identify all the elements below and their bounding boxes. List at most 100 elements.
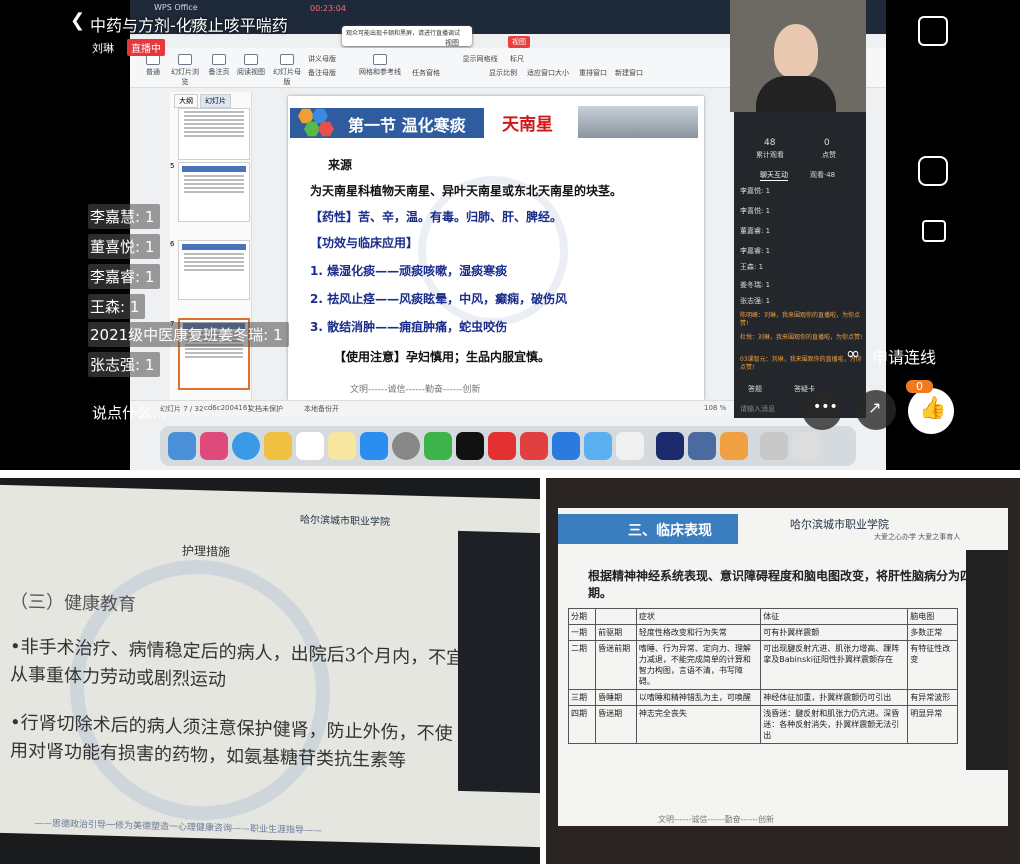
section-title: （三）健康教育 <box>10 591 136 616</box>
app-icon[interactable] <box>616 432 644 460</box>
ribbon-grid-button[interactable]: 网格和参考线 <box>358 54 402 77</box>
total-views: 48 <box>764 138 776 148</box>
reminders-icon[interactable] <box>296 432 324 460</box>
table-row: 四期 昏迷期 神志完全丧失 浅昏迷：腱反射和肌张力仍亢进。深昏迷：各种反射消失，扑翼样… <box>567 705 958 744</box>
slide-footer: 文明------诚信------勤奋------创新 <box>350 385 481 395</box>
settings-icon[interactable] <box>392 432 420 460</box>
tab-outline[interactable]: 大纲 <box>174 94 198 108</box>
mac-dock <box>160 426 856 466</box>
launchpad-icon[interactable] <box>200 432 228 460</box>
netease-music-icon[interactable] <box>520 432 548 460</box>
answer-option[interactable]: 答题 <box>748 384 762 394</box>
slide-counter: 幻灯片 7 / 32 <box>160 405 204 413</box>
slide-thumbnail[interactable] <box>178 240 250 300</box>
camera-icon[interactable] <box>918 156 948 186</box>
comment-input[interactable]: 说点什么... <box>92 402 166 423</box>
current-slide: 第一节 温化寒痰 天南星 来源 为天南星科植物天南星、异叶天南星或东北天南星的块… <box>288 96 704 400</box>
viewer-like-item: 2021级中医康复班姜冬瑞: 1 <box>88 322 289 347</box>
ribbon-showgrid-check[interactable]: 显示网格线 <box>460 54 500 64</box>
property-text: 【药性】苦、辛，温。有毒。归肺、肝、脾经。 <box>310 210 563 224</box>
table-row: 三期 昏睡期 以嗜睡和精神错乱为主，可唤醒 神经体征加重，扑翼样震颤仍可引出 有异常波形 <box>567 689 958 706</box>
ribbon-newwin-button[interactable]: 新建窗口 <box>612 68 646 78</box>
source-label: 来源 <box>328 158 353 172</box>
tab-viewers[interactable]: 观看·48 <box>810 170 835 180</box>
ribbon-taskpane-button[interactable]: 任务窗格 <box>406 68 446 78</box>
chat-row: 李喜悦: 1 <box>740 207 771 215</box>
photos-icon[interactable] <box>264 432 292 460</box>
tab-active[interactable]: 视图 <box>508 36 530 48</box>
wps-icon[interactable] <box>488 432 516 460</box>
ribbon-fit-button[interactable]: 适应窗口大小 <box>526 68 570 78</box>
chat-input[interactable]: 请输入消息 <box>740 404 775 414</box>
appstore-icon[interactable] <box>360 432 388 460</box>
caution-text: 【使用注意】孕妇慎用；生品内服宜慎。 <box>334 350 551 364</box>
zoom-level[interactable]: 108 % <box>704 404 726 412</box>
table-cell: 以嗜睡和精神错乱为主，可唤醒 <box>635 689 762 706</box>
table-cell: 明显异常 <box>907 705 958 744</box>
college-name: 哈尔滨城市职业学院 <box>790 518 889 531</box>
table-row: 二期 昏迷前期 嗜睡、行为异常、定向力、理解力减退，不能完成简单的计算和智力构图，言… <box>567 640 958 690</box>
ribbon-normal-button[interactable]: 普通 <box>136 54 170 77</box>
slide-heading: 护理措施 <box>182 543 231 559</box>
slide-header-bar: 第一节 温化寒痰 <box>290 108 484 138</box>
section-bar: 三、临床表现 <box>558 514 738 544</box>
ribbon-arrange-button[interactable]: 重排窗口 <box>576 68 610 78</box>
feishu-icon[interactable] <box>584 432 612 460</box>
viewer-like-item: 董喜悦: 1 <box>88 234 161 259</box>
ribbon-zoom-button[interactable]: 显示比例 <box>486 68 520 78</box>
photo-clinical-table: 三、临床表现 哈尔滨城市职业学院 大爱之心办学 大爱之事育人 根据精神神经系统表… <box>546 478 1020 864</box>
total-views-label: 累计观看 <box>756 151 784 159</box>
effect-item: 2. 祛风止痉——风痰眩晕，中风，癫痫，破伤风 <box>310 292 568 306</box>
tab-slides[interactable]: 幻灯片 <box>200 94 231 108</box>
safari-icon[interactable] <box>232 432 260 460</box>
college-name: 哈尔滨城市职业学院 <box>300 514 390 529</box>
qq-icon[interactable] <box>456 432 484 460</box>
like-button[interactable]: 👍 <box>908 388 954 434</box>
chat-row: 姜冬瑞: 1 <box>740 281 771 289</box>
ribbon-sorter-button[interactable]: 幻灯片浏览 <box>168 54 202 87</box>
chat-row: 董嘉睿: 1 <box>740 227 771 235</box>
trash-icon[interactable] <box>792 432 820 460</box>
finder-icon[interactable] <box>168 432 196 460</box>
viewer-like-item: 张志强: 1 <box>88 352 161 377</box>
ribbon-master-button[interactable]: 幻灯片母版 <box>270 54 304 87</box>
table-header-cell: 症状 <box>635 608 762 625</box>
chat-message: 杜悦：刘琳，我来围观你的直播啦，为你点赞! <box>740 334 863 341</box>
table-cell: 嗜睡、行为异常、定向力、理解力减退，不能完成简单的计算和智力构图，言语不清，书写… <box>635 640 762 690</box>
audio-icon[interactable] <box>656 432 684 460</box>
table-header-cell <box>595 608 637 625</box>
slide-thumbnail[interactable] <box>178 162 250 222</box>
link-icon[interactable]: ∞ <box>846 344 860 364</box>
apply-link-button[interactable]: 申请连线 <box>872 344 936 368</box>
table-cell: 昏迷期 <box>595 705 637 744</box>
ribbon-notes-button[interactable]: 备注页 <box>202 54 236 77</box>
dingtalk-icon[interactable] <box>552 432 580 460</box>
protect-status: 文档未保护 <box>248 405 283 413</box>
photo1-screen: 哈尔滨城市职业学院 护理措施 （三）健康教育 •非手术治疗、病情稳定后的病人，出… <box>0 484 540 848</box>
picture-in-picture-icon[interactable] <box>918 16 948 46</box>
screen-icon[interactable] <box>688 432 716 460</box>
notes-icon[interactable] <box>328 432 356 460</box>
chat-panel-photo <box>458 530 540 794</box>
table-cell: 可出现腱反射亢进、肌张力增高、踝阵挛及Babinski征阳性扑翼样震颤存在 <box>760 640 909 690</box>
tab-chat[interactable]: 聊天互动 <box>760 170 788 181</box>
divider <box>0 470 1020 478</box>
panel-tabs: 大纲 幻灯片 <box>174 94 231 108</box>
table-cell: 神志完全丧失 <box>635 705 762 744</box>
ribbon-handout-button[interactable]: 讲义母版 <box>308 54 342 64</box>
share-icon[interactable]: ↗ <box>856 390 896 430</box>
table-cell: 有异常波形 <box>907 689 958 706</box>
slide-thumbnail[interactable] <box>178 108 250 160</box>
tab-view-label[interactable]: 视图 <box>445 38 459 48</box>
more-icon[interactable]: ••• <box>802 390 842 430</box>
back-arrow-icon[interactable]: ❮ <box>70 10 85 31</box>
slide-thumbnail-panel: 大纲 幻灯片 5 6 7 <box>170 92 252 402</box>
tencent-meeting-icon[interactable] <box>720 432 748 460</box>
host-webcam <box>730 0 866 112</box>
ribbon-notesmaster-button[interactable]: 备注母版 <box>308 68 342 78</box>
lock-icon[interactable] <box>922 220 946 242</box>
wechat-icon[interactable] <box>424 432 452 460</box>
folder-icon[interactable] <box>760 432 788 460</box>
ribbon-reading-button[interactable]: 阅读视图 <box>234 54 268 77</box>
ribbon-ruler-check[interactable]: 标尺 <box>500 54 534 64</box>
